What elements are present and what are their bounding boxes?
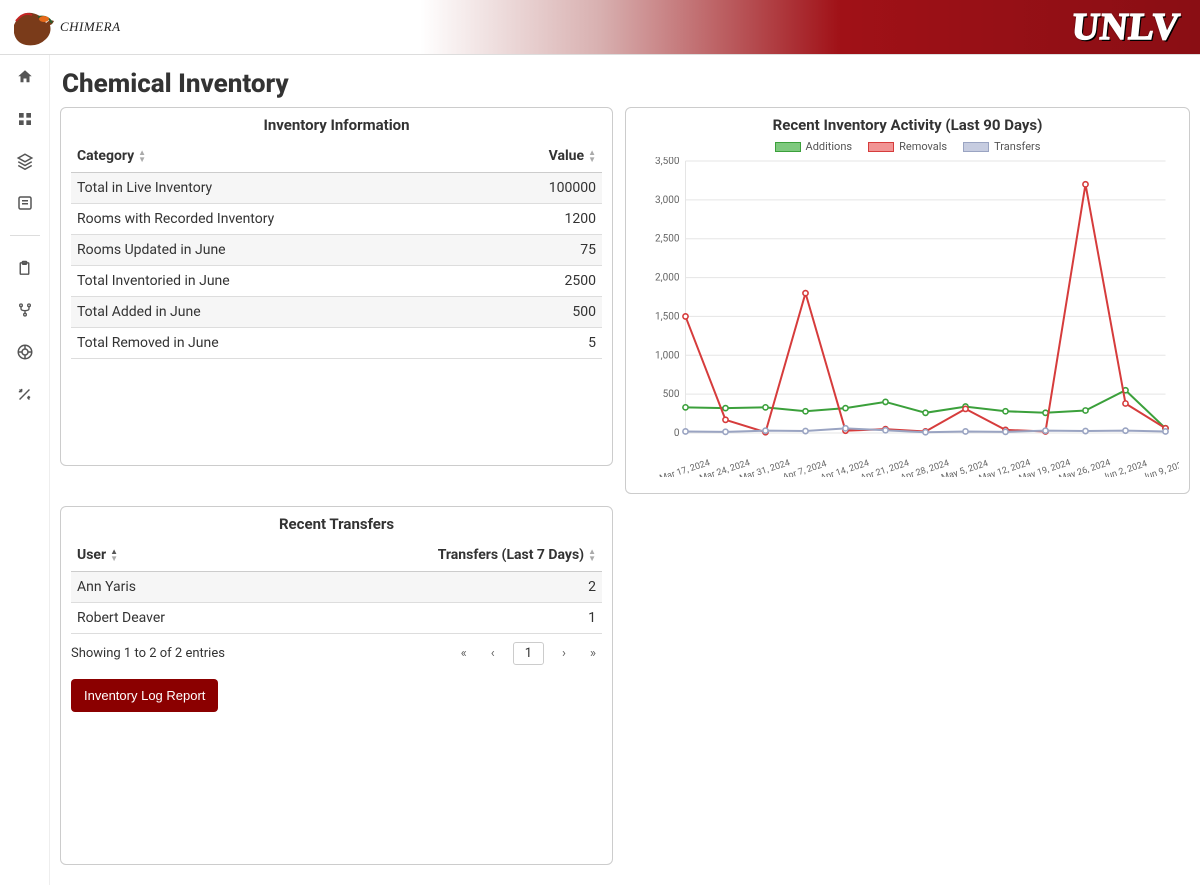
cell-label: Rooms Updated in June bbox=[71, 235, 485, 266]
topbar: CHIMERA UNLV bbox=[0, 0, 1200, 55]
sort-asc-icon: ▲▼ bbox=[110, 548, 118, 562]
legend-transfers[interactable]: Transfers bbox=[963, 140, 1040, 153]
home-icon[interactable] bbox=[15, 67, 35, 87]
svg-text:1,000: 1,000 bbox=[655, 350, 680, 361]
svg-text:3,000: 3,000 bbox=[655, 195, 680, 206]
cell-value: 1200 bbox=[485, 204, 602, 235]
svg-text:2,000: 2,000 bbox=[655, 273, 680, 284]
table-row: Robert Deaver1 bbox=[71, 603, 602, 634]
pager-prev-icon[interactable]: ‹ bbox=[485, 643, 501, 664]
pager: « ‹ 1 › » bbox=[455, 642, 602, 665]
table-row: Rooms Updated in June75 bbox=[71, 235, 602, 266]
pager-next-icon[interactable]: › bbox=[556, 643, 572, 664]
col-transfers-count[interactable]: Transfers (Last 7 Days)▲▼ bbox=[230, 539, 602, 572]
pager-last-icon[interactable]: » bbox=[584, 643, 602, 664]
support-icon[interactable] bbox=[15, 342, 35, 362]
cell-label: Total Inventoried in June bbox=[71, 266, 485, 297]
main-content: Chemical Inventory Inventory Information… bbox=[50, 55, 1200, 885]
cell-label: Rooms with Recorded Inventory bbox=[71, 204, 485, 235]
logo-left[interactable]: CHIMERA bbox=[8, 5, 121, 49]
transfers-table: User▲▼ Transfers (Last 7 Days)▲▼ Ann Yar… bbox=[71, 539, 602, 634]
page-title: Chemical Inventory bbox=[62, 69, 1190, 99]
table-row: Ann Yaris2 bbox=[71, 572, 602, 603]
pager-page[interactable]: 1 bbox=[513, 642, 544, 665]
sort-icon: ▲▼ bbox=[588, 149, 596, 163]
cell-user: Robert Deaver bbox=[71, 603, 230, 634]
chart-title: Recent Inventory Activity (Last 90 Days) bbox=[636, 116, 1179, 134]
cell-user: Ann Yaris bbox=[71, 572, 230, 603]
inventory-info-table: Category▲▼ Value▲▼ Total in Live Invento… bbox=[71, 140, 602, 359]
logo-text: CHIMERA bbox=[60, 19, 121, 35]
activity-chart: 05001,0001,5002,0002,5003,0003,500Mar 17… bbox=[636, 157, 1179, 477]
legend-additions[interactable]: Additions bbox=[775, 140, 853, 153]
cell-label: Total in Live Inventory bbox=[71, 173, 485, 204]
wand-icon[interactable] bbox=[15, 384, 35, 404]
fork-icon[interactable] bbox=[15, 300, 35, 320]
sort-icon: ▲▼ bbox=[138, 149, 146, 163]
brand-right: UNLV bbox=[1070, 5, 1183, 49]
cell-value: 100000 bbox=[485, 173, 602, 204]
cell-value: 500 bbox=[485, 297, 602, 328]
col-user[interactable]: User▲▼ bbox=[71, 539, 230, 572]
cell-count: 2 bbox=[230, 572, 602, 603]
cell-value: 5 bbox=[485, 328, 602, 359]
table-row: Total Inventoried in June2500 bbox=[71, 266, 602, 297]
grid-icon[interactable] bbox=[15, 109, 35, 129]
chart-legend: Additions Removals Transfers bbox=[636, 140, 1179, 153]
cell-label: Total Removed in June bbox=[71, 328, 485, 359]
sidebar bbox=[0, 55, 50, 885]
clipboard-icon[interactable] bbox=[15, 258, 35, 278]
sidebar-divider bbox=[10, 235, 40, 236]
svg-text:500: 500 bbox=[663, 389, 680, 400]
form-icon[interactable] bbox=[15, 193, 35, 213]
inventory-info-card: Inventory Information Category▲▼ Value▲▼… bbox=[60, 107, 613, 466]
cell-value: 2500 bbox=[485, 266, 602, 297]
sort-icon: ▲▼ bbox=[588, 548, 596, 562]
table-row: Rooms with Recorded Inventory1200 bbox=[71, 204, 602, 235]
chimera-icon bbox=[8, 5, 56, 49]
cell-label: Total Added in June bbox=[71, 297, 485, 328]
table-row: Total Added in June500 bbox=[71, 297, 602, 328]
legend-removals[interactable]: Removals bbox=[868, 140, 947, 153]
activity-chart-card: Recent Inventory Activity (Last 90 Days)… bbox=[625, 107, 1190, 494]
svg-text:1,500: 1,500 bbox=[655, 311, 680, 322]
pager-first-icon[interactable]: « bbox=[455, 643, 473, 664]
svg-text:3,500: 3,500 bbox=[655, 157, 680, 167]
svg-text:2,500: 2,500 bbox=[655, 234, 680, 245]
showing-text: Showing 1 to 2 of 2 entries bbox=[71, 646, 225, 661]
svg-text:0: 0 bbox=[674, 428, 680, 439]
inventory-info-title: Inventory Information bbox=[71, 116, 602, 134]
layers-icon[interactable] bbox=[15, 151, 35, 171]
col-value[interactable]: Value▲▼ bbox=[485, 140, 602, 173]
cell-count: 1 bbox=[230, 603, 602, 634]
inventory-log-report-button[interactable]: Inventory Log Report bbox=[71, 679, 218, 712]
table-row: Total in Live Inventory100000 bbox=[71, 173, 602, 204]
table-row: Total Removed in June5 bbox=[71, 328, 602, 359]
col-category[interactable]: Category▲▼ bbox=[71, 140, 485, 173]
cell-value: 75 bbox=[485, 235, 602, 266]
transfers-title: Recent Transfers bbox=[71, 515, 602, 533]
transfers-card: Recent Transfers User▲▼ Transfers (Last … bbox=[60, 506, 613, 865]
